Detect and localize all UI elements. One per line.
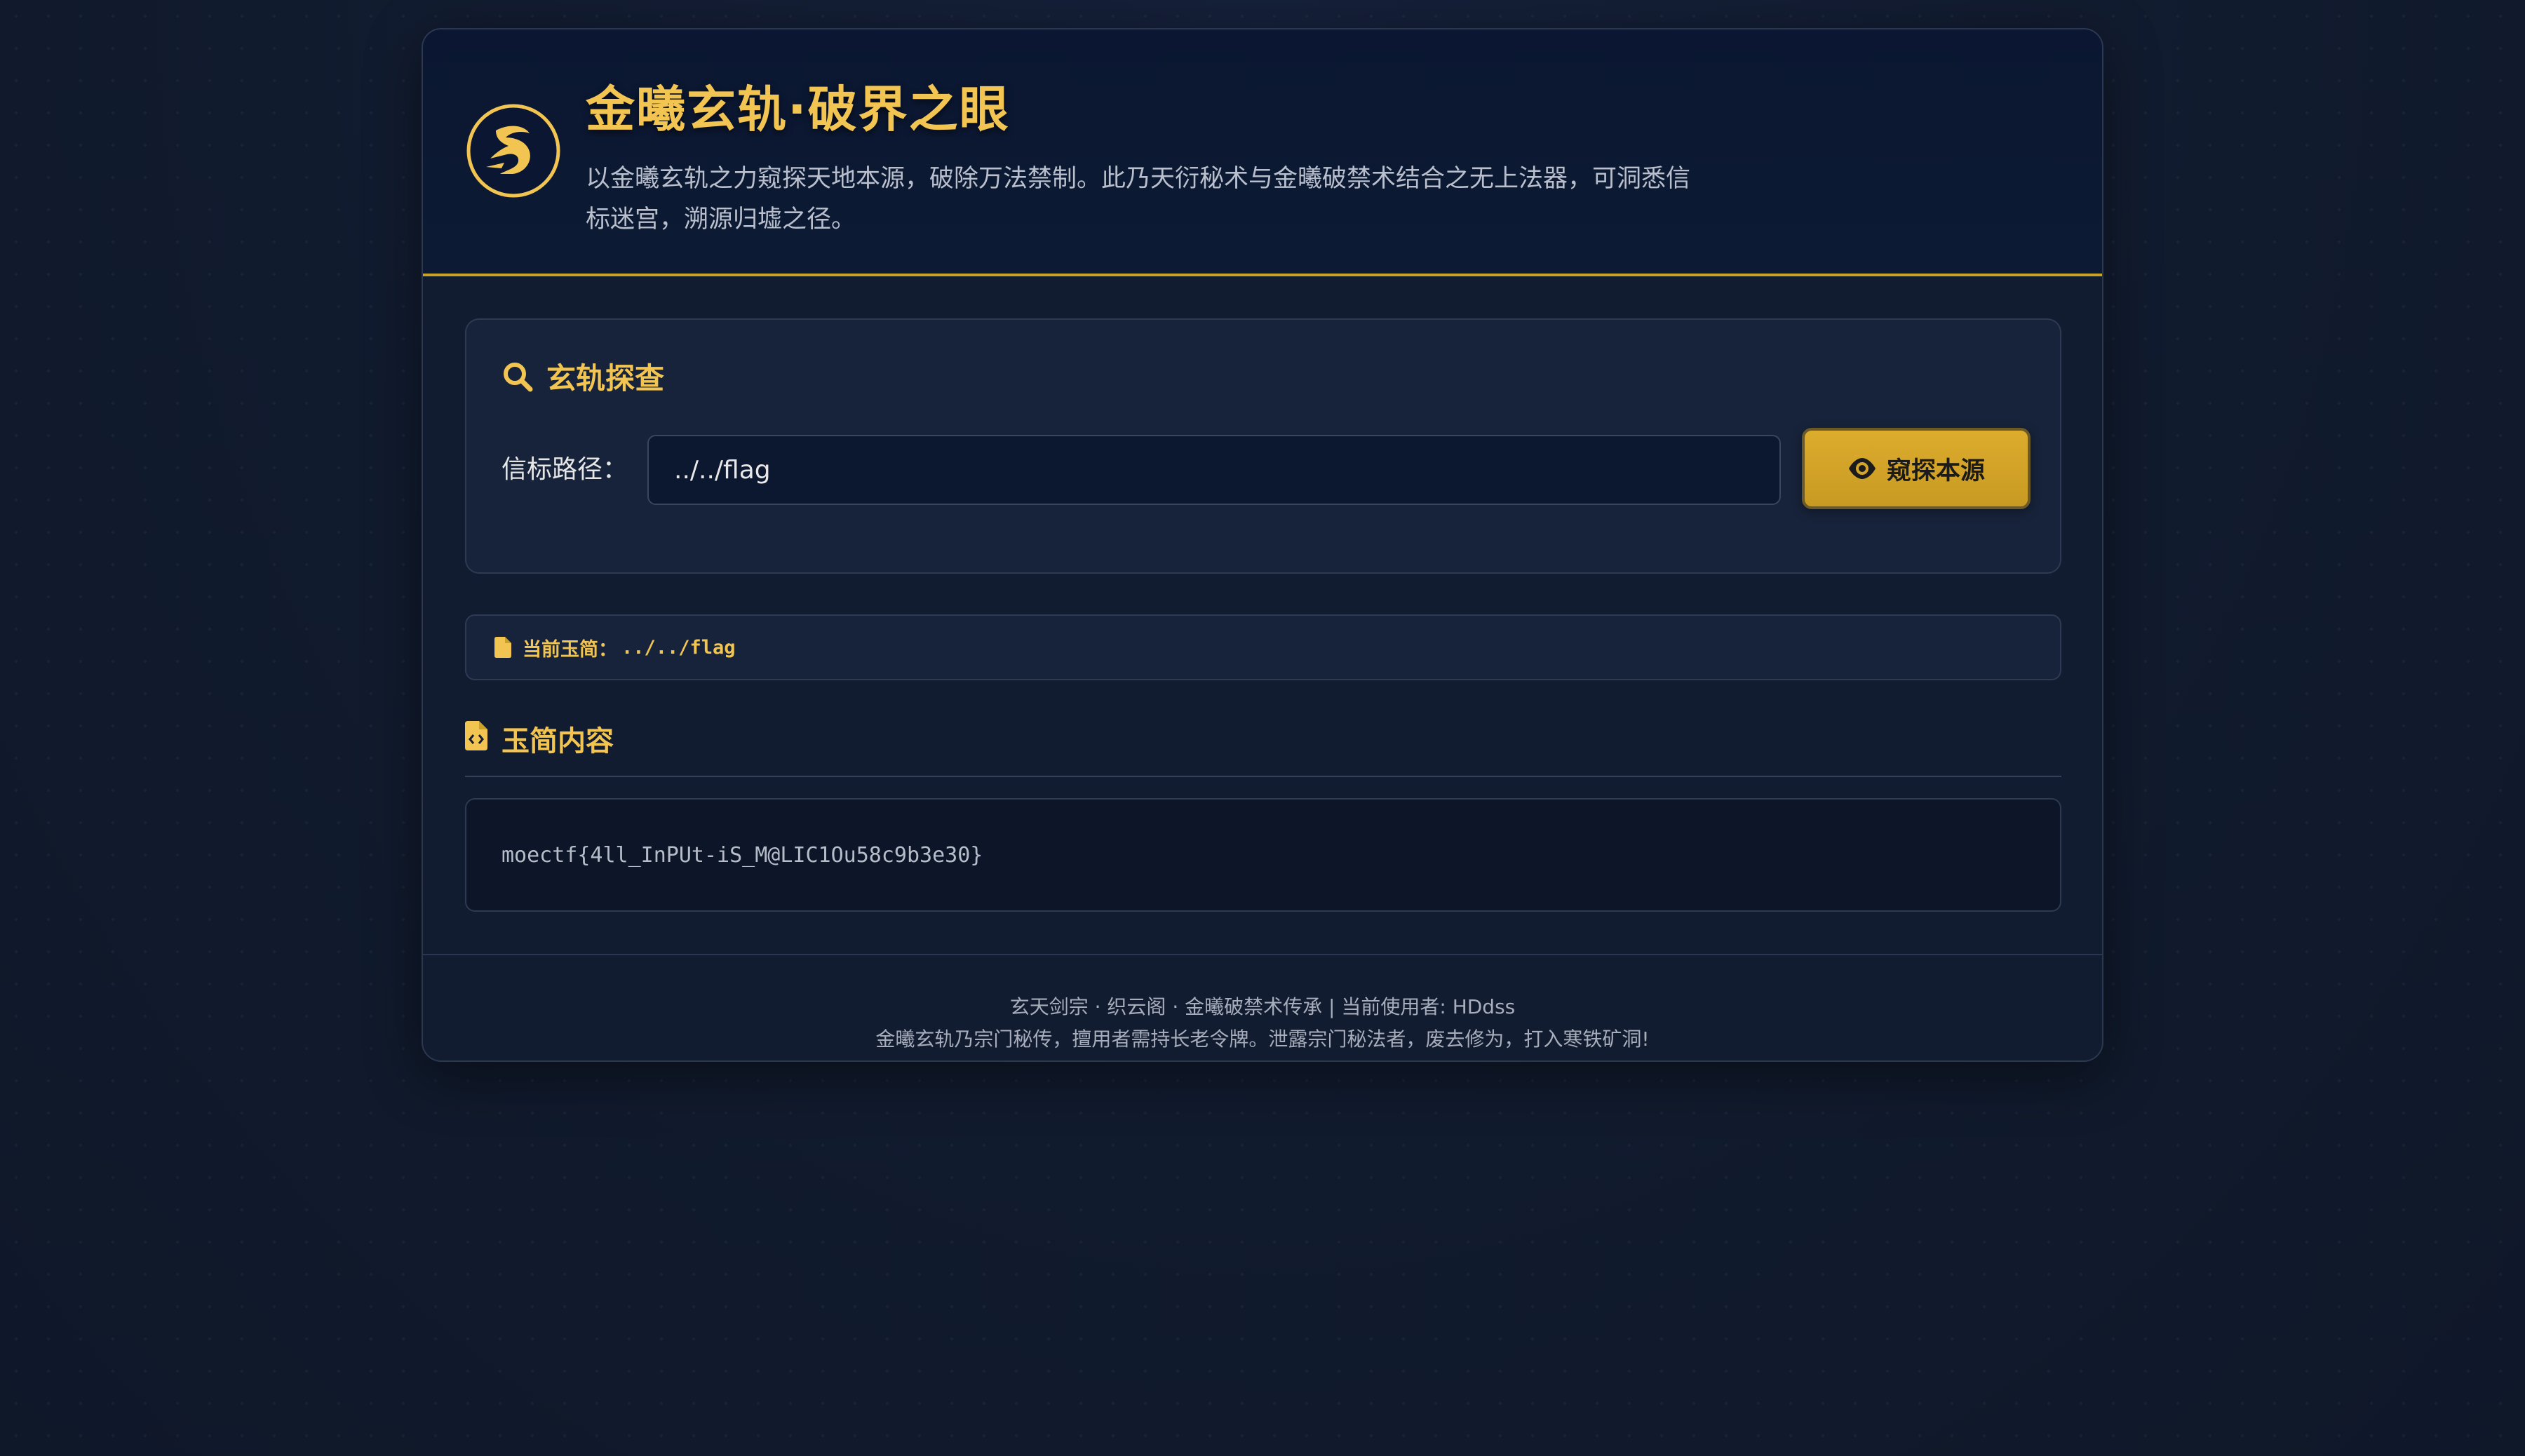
footer: 玄天剑宗 · 织云阁 · 金曦破禁术传承 | 当前使用者: HDdss 金曦玄轨…: [423, 954, 2102, 1060]
current-file-path: ../../flag: [621, 636, 736, 659]
search-section-title: 玄轨探查: [501, 355, 664, 398]
main-panel: 金曦玄轨·破界之眼 以金曦玄轨之力窥探天地本源，破除万法禁制。此乃天衍秘术与金曦…: [422, 28, 2103, 1062]
search-card: 玄轨探查 信标路径： 窥探本源: [465, 318, 2061, 574]
path-label: 信标路径：: [501, 455, 628, 484]
probe-button[interactable]: 窥探本源: [1802, 428, 2031, 509]
current-file-bar: 当前玉简： ../../flag: [465, 614, 2061, 680]
file-icon: [494, 637, 511, 658]
content-text: moectf{4ll_InPUt-iS_M@LIC1Ou58c9b3e30}: [501, 842, 983, 868]
search-icon: [504, 362, 533, 391]
eye-icon: [1848, 458, 1876, 479]
content-box: moectf{4ll_InPUt-iS_M@LIC1Ou58c9b3e30}: [465, 798, 2061, 912]
probe-button-label: 窥探本源: [1886, 457, 1985, 485]
content-heading: 玉简内容: [465, 718, 2061, 777]
path-input[interactable]: [647, 435, 1781, 505]
page-title: 金曦玄轨·破界之眼: [586, 81, 1010, 138]
footer-credits: 玄天剑宗 · 织云阁 · 金曦破禁术传承 | 当前使用者: HDdss: [1009, 995, 1516, 1018]
content-heading-text: 玉简内容: [501, 725, 614, 757]
current-file-label: 当前玉简：: [523, 638, 617, 661]
footer-warning: 金曦玄轨乃宗门秘传，擅用者需持长老令牌。泄露宗门秘法者，废去修为，打入寒铁矿洞!: [875, 1027, 1650, 1051]
dragon-emblem-icon: [466, 104, 560, 198]
search-title-text: 玄轨探查: [546, 361, 665, 396]
page-subtitle: 以金曦玄轨之力窥探天地本源，破除万法禁制。此乃天衍秘术与金曦破禁术结合之无上法器…: [586, 165, 1691, 234]
header: 金曦玄轨·破界之眼 以金曦玄轨之力窥探天地本源，破除万法禁制。此乃天衍秘术与金曦…: [423, 29, 2102, 276]
file-code-icon: [465, 721, 487, 750]
